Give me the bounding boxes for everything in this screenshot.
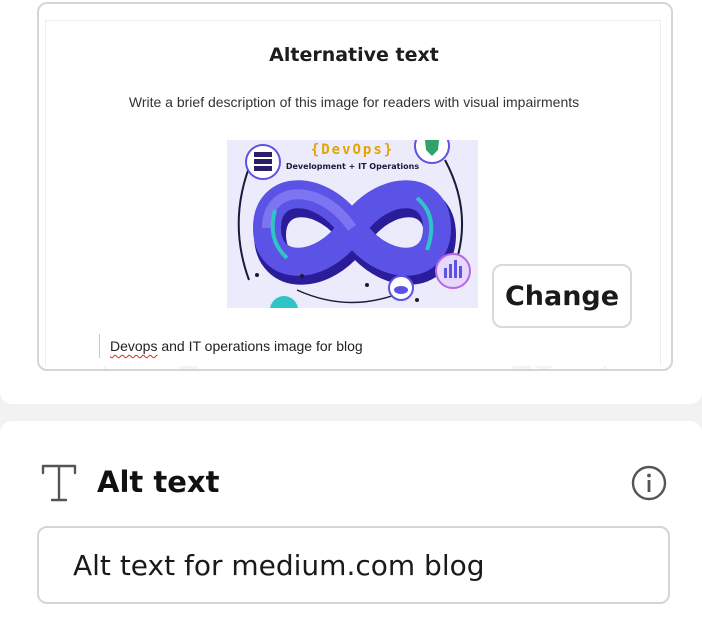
alt-text-input[interactable] [37,526,670,604]
preview-subtitle: Write a brief description of this image … [128,94,580,110]
caption-text: and IT operations image for blog [157,338,363,354]
preview-caption: Devops and IT operations image for blog [99,334,363,358]
info-icon[interactable] [631,465,667,501]
cloud-icon [388,275,414,301]
chart-icon [435,253,471,289]
image-thumbnail[interactable]: {DevOps} Development + IT Operations [227,140,478,308]
thumbnail-tagline: Development + IT Operations [285,162,420,171]
caption-misspelled-word: Devops [110,338,158,354]
change-image-button[interactable]: Change [492,264,632,328]
preview-title: Alternative text [269,44,439,66]
alt-text-title: Alt text [97,465,220,499]
image-preview-frame[interactable]: Alternative text Write a brief descripti… [37,2,673,371]
thumbnail-brand: {DevOps} [310,142,395,158]
gear-icon [270,296,298,308]
alt-text-header: Alt text [40,460,670,508]
text-t-icon [41,464,77,502]
image-settings-card: Alternative text Write a brief descripti… [0,0,702,404]
